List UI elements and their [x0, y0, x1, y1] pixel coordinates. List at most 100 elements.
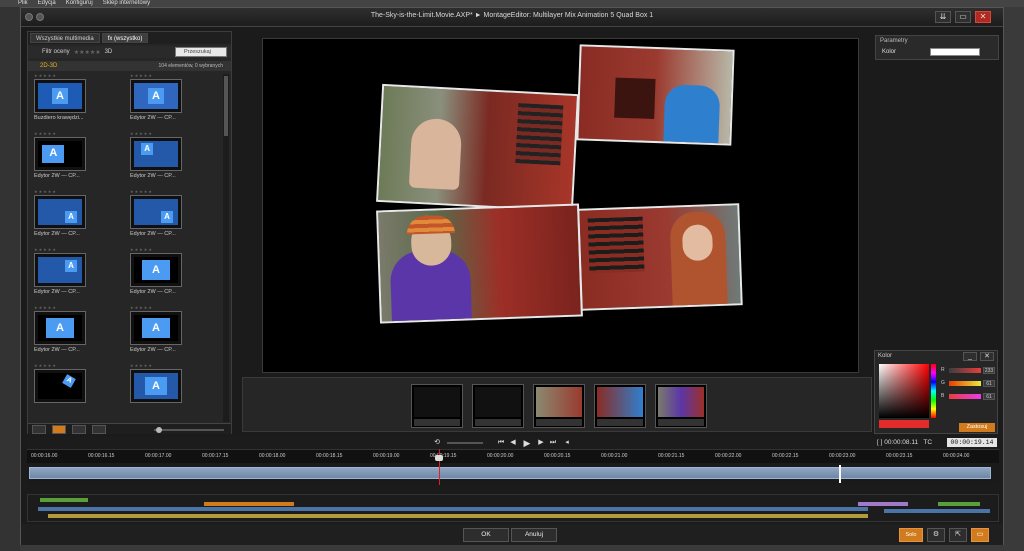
green-label: G	[941, 380, 945, 386]
timeline-ruler[interactable]: 00:00:16.00 00:00:16.15 00:00:17.00 00:0…	[27, 449, 999, 463]
layer-thumbnail[interactable]	[411, 384, 463, 428]
category-header[interactable]: 2D-3D 104 elementów, 0 wybranych	[28, 61, 231, 71]
letter-a-icon: A	[145, 377, 167, 395]
layer-bar	[658, 419, 704, 426]
effect-item[interactable]: ★★★★★ A Edytor 2W — CP...	[34, 190, 114, 248]
red-slider[interactable]	[949, 368, 981, 373]
tab-all-media[interactable]: Wszystkie multimedia	[30, 33, 100, 43]
thumbnail-size-slider[interactable]	[154, 429, 224, 431]
loop-icon[interactable]: ⟲	[433, 439, 441, 447]
letter-a-icon: A	[42, 145, 65, 163]
effect-item[interactable]: ★★★★★ A Edytor 2W — CP...	[130, 306, 210, 364]
effect-item[interactable]: ★★★★★ A Edytor 2W — CP...	[130, 190, 210, 248]
step-back-icon[interactable]: ◀	[509, 439, 517, 447]
jog-slider[interactable]	[447, 442, 483, 444]
layer-bar	[597, 419, 643, 426]
list-view-icon[interactable]	[72, 425, 86, 434]
ok-button[interactable]: OK	[463, 528, 509, 542]
effect-item[interactable]: ★★★★★ A Edytor 2W — CP...	[34, 306, 114, 364]
rating-stars: ★★★★★	[130, 363, 153, 368]
timeline-track[interactable]	[27, 463, 999, 485]
effect-item[interactable]: ★★★★★ A Edytor 2W — CP...	[130, 132, 210, 190]
rating-stars: ★★★★★	[34, 305, 57, 310]
green-value[interactable]: 61	[983, 380, 995, 387]
apply-button[interactable]: Zastosuj	[959, 423, 995, 432]
effect-thumbnail: A	[34, 195, 86, 229]
solo-button[interactable]: Solo	[899, 528, 923, 542]
overview-clip	[858, 502, 908, 506]
grid-view-icon[interactable]	[52, 425, 66, 434]
preview-monitor[interactable]	[262, 38, 859, 373]
effect-item[interactable]: ★★★★★ A	[130, 364, 210, 422]
slider-knob[interactable]	[156, 427, 162, 433]
detach-icon[interactable]: ⇱	[949, 528, 967, 542]
ruler-tick: 00:00:21.15	[658, 453, 685, 459]
effect-clip[interactable]	[29, 467, 991, 479]
letter-a-icon: A	[161, 211, 173, 224]
effect-item[interactable]: ★★★★★ A Buzdiero krawędzi...	[34, 74, 114, 132]
step-forward-icon[interactable]: ▶	[537, 439, 545, 447]
hue-slider[interactable]	[931, 364, 936, 418]
parameters-title[interactable]: Parametry	[880, 38, 908, 44]
rating-filter[interactable]: ★★★★★	[74, 49, 101, 56]
go-to-end-icon[interactable]: ⏭	[549, 439, 557, 447]
green-channel: G 61	[941, 380, 995, 388]
ruler-tick: 00:00:19.00	[373, 453, 400, 459]
menu-item-edit[interactable]: Edycja	[38, 0, 56, 7]
quad-box-bottom-right	[577, 203, 743, 311]
layer-thumbnail[interactable]	[472, 384, 524, 428]
minimize-button[interactable]: _	[963, 352, 977, 361]
layer-thumbnail[interactable]	[594, 384, 646, 428]
search-input[interactable]: Przeszukaj	[175, 47, 227, 57]
effect-label: Buzdiero krawędzi...	[34, 115, 84, 121]
volume-icon[interactable]: ◂	[563, 439, 571, 447]
effect-item[interactable]: ★★★★★ A Edytor 2W — CP...	[34, 132, 114, 190]
effect-item[interactable]: ★★★★★ A Edytor 2W — CP...	[130, 248, 210, 306]
background-left-strip	[0, 7, 20, 551]
item-count: 104 elementów, 0 wybranych	[158, 63, 223, 69]
minimize-button[interactable]: ⇊	[935, 11, 951, 23]
scrollbar-thumb[interactable]	[224, 76, 228, 136]
go-to-start-icon[interactable]: ⏮	[497, 439, 505, 447]
layer-thumbnail[interactable]	[533, 384, 585, 428]
blue-slider[interactable]	[949, 394, 981, 399]
trash-icon[interactable]	[32, 425, 46, 434]
rating-stars: ★★★★★	[130, 189, 153, 194]
close-button[interactable]: ✕	[975, 11, 991, 23]
end-marker[interactable]	[839, 465, 841, 483]
green-slider[interactable]	[949, 381, 981, 386]
ruler-tick: 00:00:18.00	[259, 453, 286, 459]
grid-scrollbar[interactable]	[223, 74, 229, 422]
red-value[interactable]: 233	[983, 367, 995, 374]
color-swatch[interactable]	[930, 48, 980, 56]
project-overview[interactable]	[27, 494, 999, 522]
title-bar[interactable]: The-Sky-is-the-Limit.Movie.AXP* ► Montag…	[21, 8, 1003, 27]
overview-clip	[938, 502, 980, 506]
maximize-button[interactable]: ▭	[955, 11, 971, 23]
mode-3d-toggle[interactable]: 3D	[105, 49, 113, 55]
close-icon[interactable]: ✕	[980, 352, 994, 361]
ruler-tick: 00:00:19.15	[430, 453, 457, 459]
menu-item-file[interactable]: Plik	[18, 0, 28, 7]
effect-item[interactable]: ★★★★★ A	[34, 364, 114, 422]
import-icon[interactable]	[92, 425, 106, 434]
settings-icon[interactable]: ⚙	[927, 528, 945, 542]
blue-value[interactable]: 61	[983, 393, 995, 400]
effect-label: Edytor 2W — CP...	[130, 173, 176, 179]
timecode-field[interactable]: 00:00:19.14	[947, 438, 997, 447]
saturation-value-field[interactable]	[879, 364, 929, 418]
effect-item[interactable]: ★★★★★ A Edytor 2W — CP...	[130, 74, 210, 132]
effect-item[interactable]: ★★★★★ A Edytor 2W — CP...	[34, 248, 114, 306]
cancel-button[interactable]: Anuluj	[511, 528, 557, 542]
menu-item-store[interactable]: Sklep internetowy	[103, 0, 150, 7]
menu-item-configure[interactable]: Konfiguruj	[66, 0, 93, 7]
tab-fx-all[interactable]: fx (wszystko)	[101, 33, 149, 43]
ruler-tick: 00:00:20.15	[544, 453, 571, 459]
play-icon[interactable]: ▶	[523, 439, 531, 448]
overview-clip	[884, 509, 990, 513]
layer-image	[414, 387, 460, 417]
fullscreen-icon[interactable]: ▭	[971, 528, 989, 542]
playhead-handle[interactable]	[435, 455, 443, 461]
letter-a-icon: A	[61, 373, 76, 388]
layer-thumbnail[interactable]	[655, 384, 707, 428]
